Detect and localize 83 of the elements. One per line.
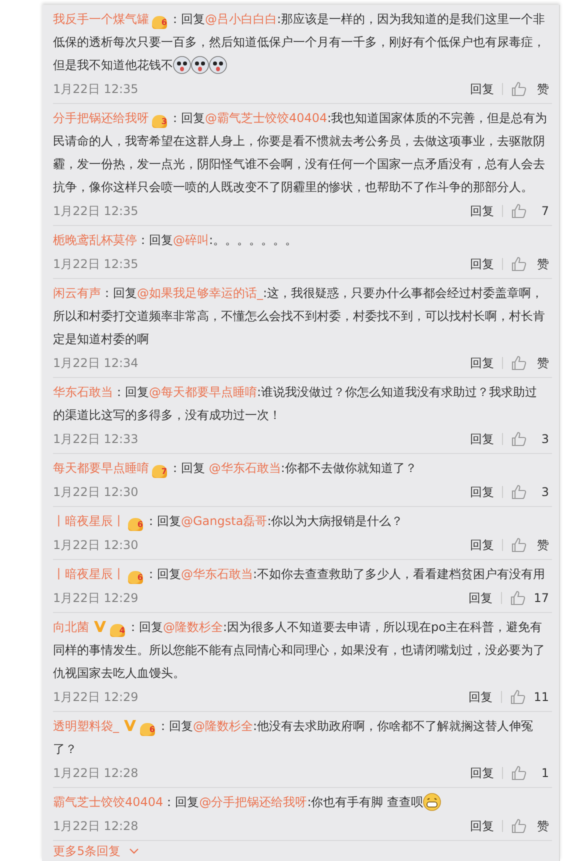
comment-time: 1月22日 12:28 (53, 764, 138, 782)
dog-face-icon (209, 56, 227, 74)
mention-link[interactable]: @霸气芝士饺饺40404 (205, 111, 328, 125)
user-name[interactable]: 向北菌 (53, 620, 89, 634)
level-badge: 6 (152, 16, 167, 29)
like-count: 3 (540, 432, 549, 446)
mention-link[interactable]: @如果我足够幸运的话_ (137, 286, 263, 300)
thumbs-up-icon[interactable] (511, 818, 527, 834)
reply-button[interactable]: 回复 (470, 484, 494, 500)
chevron-down-icon[interactable] (128, 848, 139, 854)
level-badge: 7 (152, 465, 167, 478)
thumbs-up-icon[interactable] (511, 81, 527, 97)
reply-button[interactable]: 回复 (470, 202, 494, 220)
dog-face-icon (191, 56, 209, 74)
like-count: 7 (540, 204, 549, 218)
mention-link[interactable]: @隆数杉全 (163, 620, 223, 634)
comment-time: 1月22日 12:29 (53, 590, 138, 606)
mention-link[interactable]: @碎叫 (173, 233, 209, 247)
mention-link[interactable]: @分手把锅还给我呀 (199, 795, 308, 809)
reply-button[interactable]: 回复 (470, 764, 494, 782)
like-count: 赞 (536, 256, 549, 272)
comment-time: 1月22日 12:29 (53, 688, 138, 706)
thumbs-up-icon[interactable] (510, 689, 526, 705)
thumbs-up-icon[interactable] (511, 765, 527, 781)
mention-link[interactable]: @每天都要早点睡唷 (149, 385, 257, 399)
reply-button[interactable]: 回复 (470, 818, 494, 834)
like-count: 3 (540, 485, 549, 499)
reply-button[interactable]: 回复 (470, 354, 494, 372)
reply-button[interactable]: 回复 (470, 256, 494, 272)
level-badge: 6 (128, 571, 143, 584)
user-name[interactable]: 分手把锅还给我呀 (53, 111, 149, 125)
comment-time: 1月22日 12:33 (53, 430, 138, 448)
level-badge: 4 (110, 624, 125, 637)
reply-button[interactable]: 回复 (470, 430, 494, 448)
mention-link[interactable]: @Gangsta磊哥 (181, 514, 268, 528)
thumbs-up-icon[interactable] (511, 355, 527, 371)
like-count: 赞 (536, 536, 549, 554)
comment-text: 闲云有声：回复@如果我足够幸运的话_:这，我很疑惑，只要办什么事都会经过村委盖章啊，所以和村委打交道频率非常高，不懂怎么会找不到村委，村委找不到，可以找村长啊，村长肯定是知道村委的啊 (53, 285, 546, 348)
user-name[interactable]: 每天都要早点睡唷 (53, 461, 149, 475)
mention-link[interactable]: @隆数杉全 (193, 719, 253, 733)
thumbs-up-icon[interactable] (511, 484, 527, 500)
like-count: 11 (534, 690, 549, 704)
dog-face-icon (173, 56, 191, 74)
user-name[interactable]: 丨暗夜星辰丨 (53, 567, 125, 581)
comment-text: 华东石敢当：回复@每天都要早点睡唷:谁说我没做过？你怎么知道我没有求助过？我求助过的渠道比这写的多得多，没有成功过一次！ (53, 384, 538, 424)
user-name[interactable]: 我反手一个煤气罐 (53, 12, 149, 26)
like-count: 赞 (536, 80, 549, 98)
reply-button[interactable]: 回复 (468, 590, 493, 606)
thumbs-up-icon[interactable] (511, 537, 527, 553)
comment-time: 1月22日 12:30 (53, 484, 138, 500)
level-badge: 6 (128, 518, 143, 531)
level-badge: 3 (152, 115, 167, 128)
comment-text: 霸气芝士饺饺40404：回复@分手把锅还给我呀:你也有手有脚 查查呗 (53, 791, 549, 814)
thumbs-up-icon[interactable] (510, 590, 526, 606)
reply-button[interactable]: 回复 (470, 80, 494, 98)
like-count: 赞 (536, 818, 549, 834)
user-name[interactable]: 丨暗夜星辰丨 (53, 514, 125, 528)
thumbs-up-icon[interactable] (511, 203, 527, 219)
mention-link[interactable]: @华东石敢当 (181, 567, 253, 581)
user-name[interactable]: 栀晚鸢乱杯莫停 (53, 233, 137, 247)
grin-emoji-icon (423, 793, 442, 811)
user-name[interactable]: 闲云有声 (53, 286, 101, 300)
mention-link[interactable]: @华东石敢当 (208, 461, 281, 475)
comment-time: 1月22日 12:35 (53, 80, 138, 98)
comment-time: 1月22日 12:35 (53, 202, 138, 220)
comment-time: 1月22日 12:35 (53, 256, 138, 272)
thumbs-up-icon[interactable] (511, 431, 527, 447)
like-count: 赞 (536, 354, 549, 372)
user-name[interactable]: 霸气芝士饺饺40404 (53, 795, 164, 809)
comment-time: 1月22日 12:30 (53, 536, 138, 554)
like-count: 1 (540, 766, 549, 780)
thumbs-up-icon[interactable] (511, 256, 527, 272)
reply-button[interactable]: 回复 (468, 688, 493, 706)
like-count: 17 (534, 591, 549, 605)
user-name[interactable]: 华东石敢当 (53, 385, 113, 399)
level-badge: 6 (140, 723, 155, 736)
reply-button[interactable]: 回复 (470, 536, 494, 554)
comment-time: 1月22日 12:34 (53, 354, 138, 372)
mention-link[interactable]: @吕小白白白 (205, 12, 277, 26)
comment-time: 1月22日 12:28 (53, 818, 138, 834)
user-name[interactable]: 透明塑料袋_ (53, 719, 119, 733)
comment-text: 栀晚鸢乱杯莫停：回复@碎叫:。。。。。。。 (53, 232, 298, 249)
more-replies-link[interactable]: 更多5条回复 (53, 842, 121, 860)
